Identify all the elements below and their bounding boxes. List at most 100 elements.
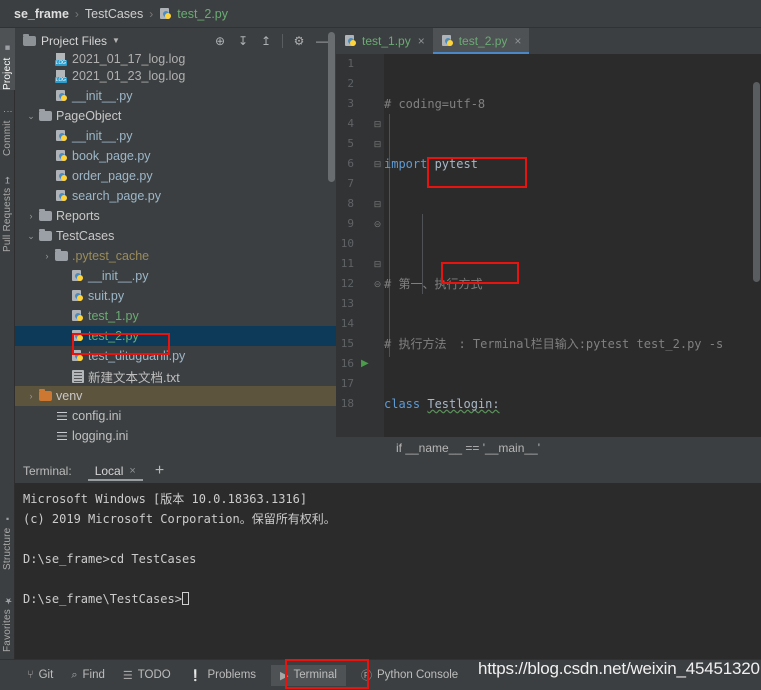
chevron-right-icon[interactable]: › [41, 251, 53, 261]
line-number: 15 [340, 337, 354, 350]
sidebar-item-favorites[interactable]: Favorites ★ [0, 576, 15, 652]
fold-toggle-icon[interactable]: ⊝ [372, 214, 383, 234]
code-area[interactable]: 1 2 3 4 5 6 7 8 9 10 11 12 13 14 15 16 17 18 ⊟ ⊟ ⊟ ⊟ ⊝ ⊟ ⊝ ▶ # co… [336, 54, 761, 591]
breadcrumb-root[interactable]: se_frame [14, 7, 69, 21]
tree-item-init-py[interactable]: __init__.py [15, 126, 336, 146]
tree-item-test-2-py[interactable]: test_2.py [15, 326, 336, 346]
tree-item-init-py[interactable]: __init__.py [15, 86, 336, 106]
tree-item-book-page-py[interactable]: book_page.py [15, 146, 336, 166]
tree-item-init-py[interactable]: __init__.py [15, 266, 336, 286]
collapse-all-icon[interactable]: ↥ [256, 31, 276, 51]
terminal-tab-local[interactable]: Local × [87, 459, 143, 483]
project-file-tree[interactable]: LOG 2021_01_17_log.log LOG 2021_01_23_log.l… [15, 53, 336, 459]
fold-toggle-icon[interactable]: ⊟ [372, 114, 383, 134]
code-comment: # coding=utf-8 [384, 97, 486, 111]
fold-toggle-icon[interactable]: ⊟ [372, 194, 383, 214]
project-files-selector[interactable]: Project Files ▼ [23, 33, 210, 48]
chevron-down-icon[interactable]: ⌄ [25, 111, 37, 122]
tree-item-label: book_page.py [72, 149, 151, 163]
star-icon: ★ [2, 594, 13, 606]
close-icon[interactable]: × [129, 465, 135, 477]
status-button-python-console-label: Python Console [376, 669, 459, 681]
ini-file-icon [53, 410, 70, 423]
line-number: 8 [347, 197, 354, 210]
tree-item-txt[interactable]: 新建文本文档.txt [15, 366, 336, 386]
locate-icon[interactable]: ⊕ [210, 31, 230, 51]
add-terminal-icon[interactable]: + [147, 463, 172, 479]
tab-test-2-py[interactable]: test_2.py × [432, 28, 530, 54]
breadcrumb-file[interactable]: test_2.py [159, 7, 228, 21]
line-number: 7 [347, 177, 354, 190]
status-button-todo[interactable]: ☰ TODO [114, 665, 180, 686]
tree-item-pytest-cache[interactable]: › .pytest_cache [15, 246, 336, 266]
line-number: 14 [340, 317, 354, 330]
breadcrumb-folder[interactable]: TestCases [85, 7, 143, 21]
terminal-icon: ▶ [280, 669, 289, 682]
python-file-icon [53, 189, 70, 203]
editor-gutter[interactable]: 1 2 3 4 5 6 7 8 9 10 11 12 13 14 15 16 17 18 ⊟ ⊟ ⊟ ⊟ ⊝ ⊟ ⊝ ▶ [336, 54, 384, 437]
fold-toggle-icon[interactable]: ⊟ [372, 154, 383, 174]
terminal-tab-local-label: Local [94, 464, 124, 478]
line-number: 10 [340, 237, 354, 250]
watermark-url: https://blog.csdn.net/weixin_45451320 [478, 659, 760, 678]
tree-item-2021-01-17-log-log[interactable]: LOG 2021_01_17_log.log [15, 53, 336, 66]
tree-item-testcases[interactable]: ⌄ TestCases [15, 226, 336, 246]
tree-item-search-page-py[interactable]: search_page.py [15, 186, 336, 206]
python-file-icon [441, 34, 454, 48]
editor-status-breadcrumb: if __name__ == '__main__' [336, 437, 761, 459]
terminal-output[interactable]: Microsoft Windows [版本 10.0.18363.1316] (… [15, 483, 761, 659]
sidebar-item-structure[interactable]: Structure ▪ [0, 498, 15, 570]
run-gutter-icon[interactable]: ▶ [361, 354, 371, 374]
code-text[interactable]: # coding=utf-8 import pytest # 第一、执行方式 #… [384, 54, 761, 591]
tree-item-test-dituguanli-py[interactable]: test_dituguanli.py [15, 346, 336, 366]
status-button-problems-label: Problems [207, 669, 257, 681]
sidebar-item-project[interactable]: Project ■ [0, 28, 15, 90]
terminal-panel: Terminal: Local × + Microsoft Windows [版… [15, 459, 761, 659]
tree-item-venv[interactable]: › venv [15, 386, 336, 406]
settings-gear-icon[interactable]: ⚙ [289, 31, 309, 51]
tree-item-label: search_page.py [72, 189, 161, 203]
tree-item-label: test_2.py [88, 329, 139, 343]
status-button-problems[interactable]: ❕ Problems [180, 665, 265, 686]
status-button-python-console[interactable]: Ⓟ Python Console [352, 663, 467, 687]
editor-scrollbar[interactable] [752, 80, 761, 463]
line-number: 17 [340, 377, 354, 390]
tree-item-test-1-py[interactable]: test_1.py [15, 306, 336, 326]
sidebar-item-pull-requests[interactable]: Pull Requests ↦ [0, 160, 15, 252]
tree-item-logging-ini[interactable]: logging.ini [15, 426, 336, 446]
chevron-right-icon[interactable]: › [25, 211, 37, 221]
left-tool-strip: Project ■ Commit ⋮ Pull Requests ↦ Struc… [0, 28, 15, 690]
tree-item-2021-01-23-log-log[interactable]: LOG 2021_01_23_log.log [15, 66, 336, 86]
tree-item-pageobject[interactable]: ⌄ PageObject [15, 106, 336, 126]
tree-item-reports[interactable]: › Reports [15, 206, 336, 226]
tree-item-config-ini[interactable]: config.ini [15, 406, 336, 426]
tab-test-1-py[interactable]: test_1.py × [336, 28, 433, 54]
code-module: pytest [427, 157, 478, 171]
folder-icon [37, 229, 54, 241]
close-icon[interactable]: × [514, 34, 521, 48]
editor-status-breadcrumb-label: if __name__ == '__main__' [396, 441, 541, 455]
fold-toggle-icon[interactable]: ⊟ [372, 254, 383, 274]
folder-icon [53, 249, 70, 261]
status-button-git[interactable]: ⑂ Git [18, 665, 62, 685]
sidebar-item-commit[interactable]: Commit ⋮ [0, 94, 15, 156]
tree-item-label: suit.py [88, 289, 125, 303]
folder-icon [37, 209, 54, 221]
expand-all-icon[interactable]: ↧ [233, 31, 253, 51]
breadcrumb: se_frame › TestCases › test_2.py [0, 0, 761, 28]
code-comment: # 执行方法 : Terminal栏目输入:pytest test_2.py -… [384, 337, 724, 351]
line-number: 18 [340, 397, 354, 410]
tree-item-order-page-py[interactable]: order_page.py [15, 166, 336, 186]
fold-toggle-icon[interactable]: ⊟ [372, 134, 383, 154]
status-button-terminal[interactable]: ▶ Terminal [271, 664, 346, 686]
status-button-find[interactable]: ⌕ Find [62, 665, 114, 686]
chevron-down-icon: ▼ [112, 36, 120, 45]
fold-toggle-icon[interactable]: ⊝ [372, 274, 383, 294]
tree-item-suit-py[interactable]: suit.py [15, 286, 336, 306]
close-icon[interactable]: × [418, 34, 425, 48]
tree-item-label: 2021_01_17_log.log [72, 53, 186, 66]
breadcrumb-separator: › [74, 6, 79, 21]
chevron-down-icon[interactable]: ⌄ [25, 231, 37, 242]
chevron-right-icon[interactable]: › [25, 391, 37, 401]
python-file-icon [69, 289, 86, 303]
